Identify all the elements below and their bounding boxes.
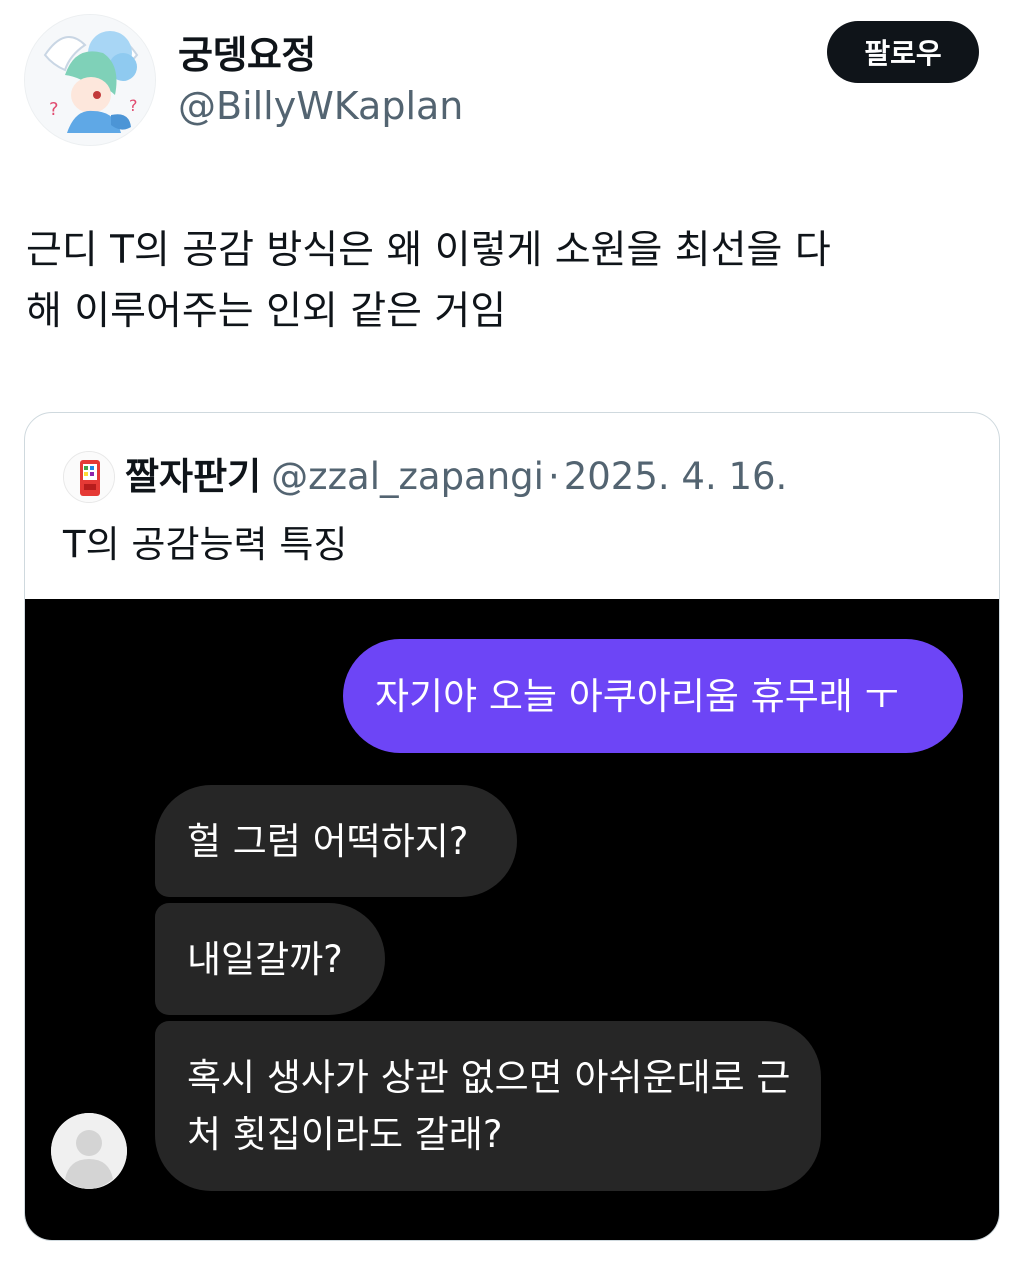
tweet-text-line-2: 해 이루어주는 인외 같은 거임	[26, 289, 507, 334]
anime-character-avatar-icon: ? ?	[25, 15, 155, 145]
quoted-tweet-text: T의 공감능력 특징	[63, 523, 348, 566]
default-user-icon	[51, 1113, 127, 1189]
chat-screenshot-image[interactable]: 자기야 오늘 아쿠아리움 휴무래 ㅜ 헐 그럼 어떡하지? 내일갈까? 혹시 생…	[25, 599, 999, 1240]
quoted-tweet-card[interactable]: 짤자판기 @zzal_zapangi · 2025. 4. 16. T의 공감능력 특…	[24, 412, 1000, 1241]
tweet-text: 근디 T의 공감 방식은 왜 이렇게 소원을 최선을 다 해 이루어주는 인외 …	[26, 220, 1001, 342]
quoted-tweet-header: 짤자판기 @zzal_zapangi · 2025. 4. 16.	[125, 451, 787, 503]
sent-message-bubble: 자기야 오늘 아쿠아리움 휴무래 ㅜ	[343, 639, 963, 753]
quoted-tweet-date[interactable]: 2025. 4. 16.	[564, 455, 788, 498]
quoted-author-avatar[interactable]	[63, 451, 115, 503]
received-message-bubble: 내일갈까?	[155, 903, 385, 1015]
follow-button[interactable]: 팔로우	[827, 21, 979, 83]
chat-avatar-placeholder	[51, 1113, 127, 1189]
author-handle[interactable]: @BillyWKaplan	[178, 84, 463, 128]
header-separator: ·	[547, 455, 560, 498]
author-display-name[interactable]: 궁뎅요정	[178, 24, 316, 79]
quoted-author-handle[interactable]: @zzal_zapangi	[271, 455, 544, 498]
author-avatar[interactable]: ? ?	[24, 14, 156, 146]
tweet-text-line-1: 근디 T의 공감 방식은 왜 이렇게 소원을 최선을 다	[26, 228, 831, 273]
tweet-page: ? ? 궁뎅요정 @BillyWKaplan 팔로우 근디 T의 공감 방식은 …	[0, 0, 1024, 1275]
received-message-bubble: 혹시 생사가 상관 없으면 아쉬운대로 근처 횟집이라도 갈래?	[155, 1021, 821, 1191]
svg-text:?: ?	[49, 99, 59, 120]
vending-machine-icon	[64, 452, 114, 502]
quoted-author-name[interactable]: 짤자판기	[125, 455, 261, 498]
svg-text:?: ?	[129, 96, 138, 115]
received-message-bubble: 헐 그럼 어떡하지?	[155, 785, 517, 897]
